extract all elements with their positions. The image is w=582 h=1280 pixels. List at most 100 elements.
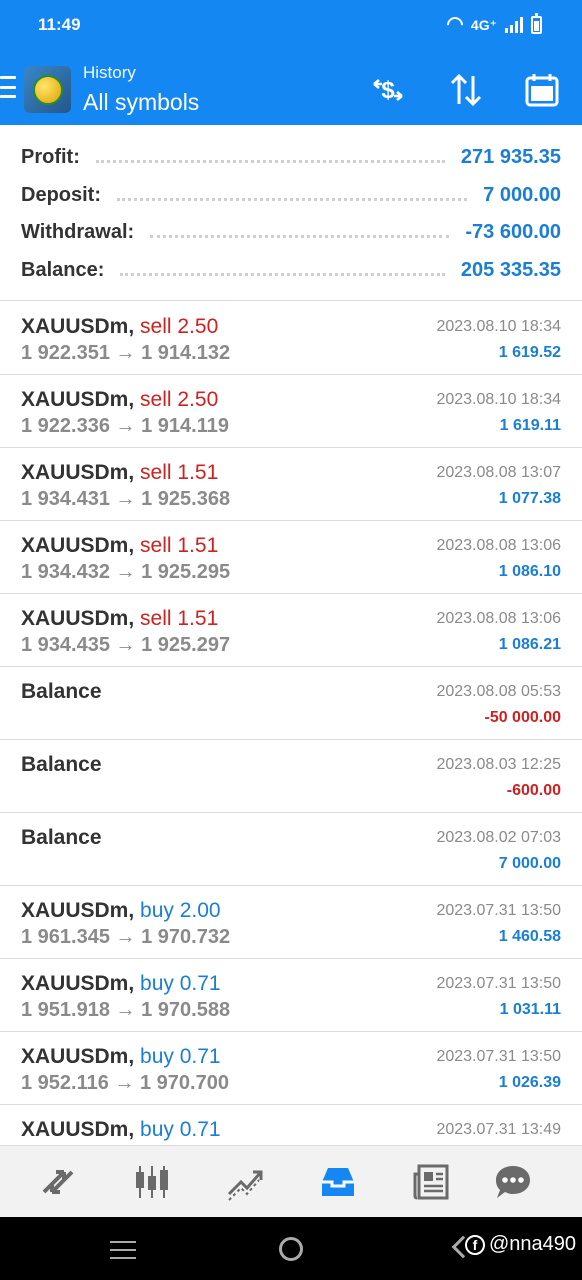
menu-icon[interactable] <box>0 76 16 98</box>
deal-amount: 1 460.58 <box>498 928 561 945</box>
deal-amount: 1 619.52 <box>498 344 561 361</box>
page-subtitle: History <box>83 63 136 82</box>
deal-row[interactable]: XAUUSDm, sell 1.51 1 934.435 → 1 925.297… <box>0 594 582 667</box>
deal-row[interactable]: XAUUSDm, sell 1.51 1 934.432 → 1 925.295… <box>0 521 582 594</box>
deal-prices: 1 961.345 → 1 970.732 <box>21 926 231 948</box>
home-icon[interactable] <box>279 1237 303 1261</box>
deal-symbol: Balance <box>21 753 102 776</box>
deal-date: 2023.08.03 12:25 <box>436 756 561 773</box>
deal-row[interactable]: XAUUSDm, buy 0.71 2023.07.31 13:49 <box>0 1105 582 1145</box>
deal-prices: 1 934.432 → 1 925.295 <box>21 561 231 583</box>
messages-icon[interactable] <box>491 1160 535 1204</box>
deal-row[interactable]: XAUUSDm, buy 0.71 1 952.116 → 1 970.700 … <box>0 1032 582 1105</box>
deal-prices: 1 951.918 → 1 970.588 <box>21 999 231 1021</box>
bottom-navigation <box>0 1145 582 1217</box>
status-time: 11:49 <box>38 15 81 34</box>
balance-row[interactable]: Balance 2023.08.08 05:53 -50 000.00 <box>0 667 582 740</box>
deal-symbol: XAUUSDm, <box>21 1045 135 1068</box>
balance-row[interactable]: Balance 2023.08.02 07:03 7 000.00 <box>0 813 582 886</box>
chart-icon[interactable] <box>130 1160 174 1204</box>
deal-action: buy 0.71 <box>140 1118 221 1141</box>
recent-apps-icon[interactable] <box>110 1241 136 1259</box>
deal-amount: -600.00 <box>506 782 561 799</box>
deal-symbol: XAUUSDm, <box>21 972 135 995</box>
news-icon[interactable] <box>409 1160 453 1204</box>
deal-date: 2023.08.08 13:07 <box>436 464 561 481</box>
trade-icon[interactable] <box>223 1160 267 1204</box>
status-bar: 11:49 4G⁺ <box>0 0 582 52</box>
battery-icon <box>531 13 542 34</box>
status-icons: 4G⁺ <box>443 13 542 37</box>
summary-deposit-row: Deposit: 7 000.00 <box>21 180 561 210</box>
deal-symbol: Balance <box>21 826 102 849</box>
leader-dots <box>120 272 445 276</box>
deal-prices: 1 922.336 → 1 914.119 <box>21 415 229 437</box>
page-title: All symbols <box>83 89 200 115</box>
deal-amount: 1 086.10 <box>498 563 561 580</box>
deal-date: 2023.07.31 13:50 <box>436 975 561 992</box>
deal-action: sell 1.51 <box>140 607 219 630</box>
quotes-icon[interactable] <box>36 1160 80 1204</box>
deal-symbol: XAUUSDm, <box>21 315 135 338</box>
deal-prices: 1 952.116 → 1 970.700 <box>21 1072 229 1094</box>
app-bar: History All symbols $ <box>0 56 582 124</box>
deal-symbol: XAUUSDm, <box>21 388 135 411</box>
balance-value: 205 335.35 <box>460 258 561 281</box>
deal-symbol: XAUUSDm, <box>21 461 135 484</box>
facebook-icon: f <box>464 1234 485 1255</box>
sort-icon[interactable] <box>446 70 486 110</box>
deal-row[interactable]: XAUUSDm, sell 1.51 1 934.431 → 1 925.368… <box>0 448 582 521</box>
summary-balance-row: Balance: 205 335.35 <box>21 255 561 285</box>
deal-amount: 1 086.21 <box>498 636 561 653</box>
summary-profit-row: Profit: 271 935.35 <box>21 142 561 172</box>
deal-action: buy 2.00 <box>140 899 221 922</box>
deal-row[interactable]: XAUUSDm, buy 2.00 1 961.345 → 1 970.732 … <box>0 886 582 959</box>
history-summary: Profit: 271 935.35 Deposit: 7 000.00 Wit… <box>0 125 582 301</box>
top-bar: 11:49 4G⁺ History All symbols $ <box>0 0 582 125</box>
balance-row[interactable]: Balance 2023.08.03 12:25 -600.00 <box>0 740 582 813</box>
deal-date: 2023.08.02 07:03 <box>436 829 561 846</box>
deal-row[interactable]: XAUUSDm, sell 2.50 1 922.351 → 1 914.132… <box>0 302 582 375</box>
deal-row[interactable]: XAUUSDm, buy 0.71 1 951.918 → 1 970.588 … <box>0 959 582 1032</box>
calendar-icon[interactable] <box>522 70 562 110</box>
leader-dots <box>117 197 468 201</box>
deal-date: 2023.07.31 13:50 <box>436 902 561 919</box>
leader-dots <box>95 159 445 163</box>
deal-prices: 1 934.431 → 1 925.368 <box>21 488 231 510</box>
deal-symbol: XAUUSDm, <box>21 534 135 557</box>
leader-dots <box>150 234 450 238</box>
summary-withdrawal-row: Withdrawal: -73 600.00 <box>21 217 561 247</box>
deal-row[interactable]: XAUUSDm, sell 2.50 1 922.336 → 1 914.119… <box>0 375 582 448</box>
deal-action: sell 1.51 <box>140 534 219 557</box>
deposit-label: Deposit: <box>21 183 101 206</box>
deal-action: buy 0.71 <box>140 972 221 995</box>
deal-action: sell 2.50 <box>140 388 219 411</box>
history-icon[interactable] <box>316 1160 360 1204</box>
deal-action: sell 2.50 <box>140 315 219 338</box>
signal-icon <box>505 17 523 33</box>
deal-amount: 1 031.11 <box>499 1001 561 1018</box>
profit-value: 271 935.35 <box>460 145 561 168</box>
watermark-text: @nna490 <box>488 1233 576 1255</box>
deal-date: 2023.07.31 13:49 <box>436 1121 561 1138</box>
balance-label: Balance: <box>21 258 105 281</box>
deposit-value: 7 000.00 <box>483 183 561 206</box>
deal-date: 2023.07.31 13:50 <box>436 1048 561 1065</box>
deal-date: 2023.08.08 13:06 <box>436 537 561 554</box>
deal-symbol: XAUUSDm, <box>21 1118 135 1141</box>
deal-prices: 1 922.351 → 1 914.132 <box>21 342 231 364</box>
deal-symbol: XAUUSDm, <box>21 899 135 922</box>
deals-list[interactable]: XAUUSDm, sell 2.50 1 922.351 → 1 914.132… <box>0 302 582 1145</box>
withdrawal-value: -73 600.00 <box>465 220 561 243</box>
deal-date: 2023.08.10 18:34 <box>436 318 561 335</box>
symbol-filter-icon[interactable]: $ <box>368 70 408 110</box>
deal-amount: 1 619.11 <box>499 417 561 434</box>
system-navigation-bar: f @nna490 <box>0 1217 582 1280</box>
deal-symbol: XAUUSDm, <box>21 607 135 630</box>
network-type: 4G⁺ <box>470 16 497 33</box>
wifi-calling-icon <box>443 13 467 37</box>
deal-action: buy 0.71 <box>140 1045 221 1068</box>
deal-prices: 1 934.435 → 1 925.297 <box>21 634 231 656</box>
deal-symbol: Balance <box>21 680 102 703</box>
deal-amount: 1 077.38 <box>498 490 561 507</box>
